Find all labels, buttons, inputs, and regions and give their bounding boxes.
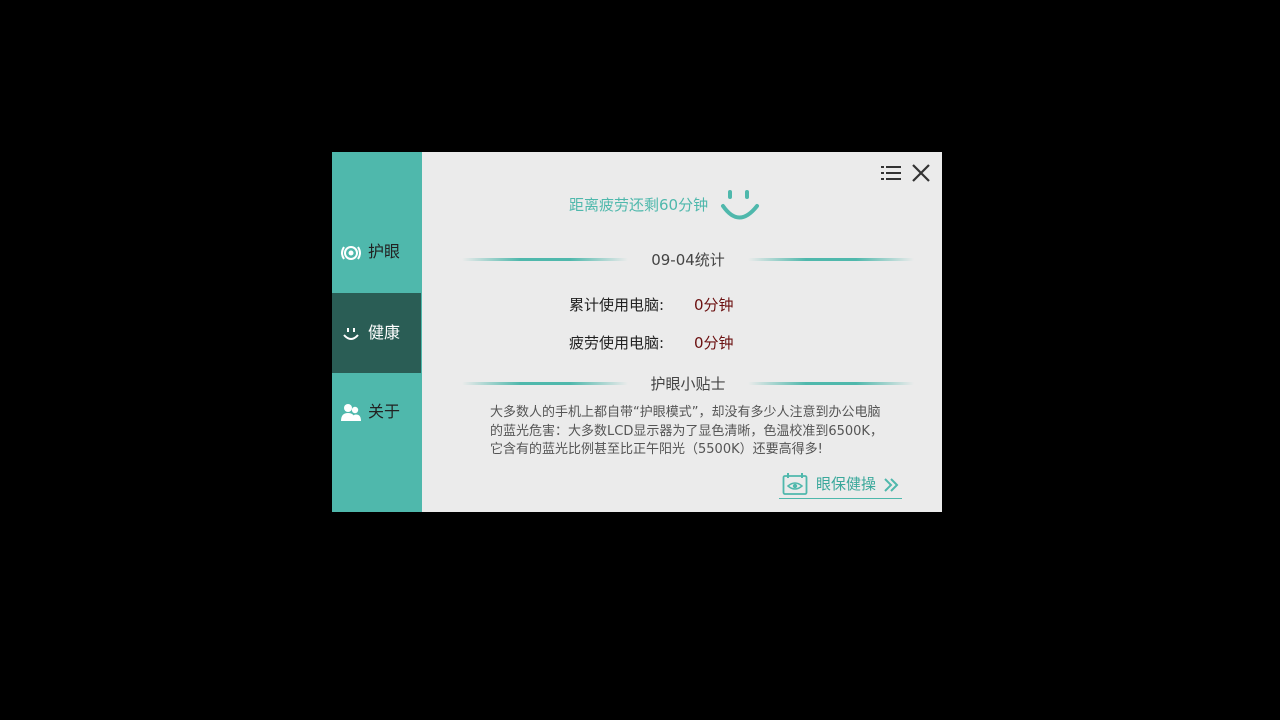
close-icon[interactable]: [910, 162, 932, 184]
eye-exercise-label: 眼保健操: [816, 475, 877, 493]
divider-line: [748, 382, 914, 385]
stats-divider: 09-04统计: [462, 250, 914, 270]
eye-protect-icon: [341, 246, 361, 260]
sidebar-item-about[interactable]: 关于: [332, 372, 421, 452]
sidebar: 护眼 健康 关于: [332, 152, 422, 512]
eye-exercise-icon: [782, 473, 808, 495]
sidebar-item-health[interactable]: 健康: [332, 293, 421, 373]
stat-value: 0分钟: [694, 334, 734, 352]
smile-icon: [343, 328, 359, 340]
divider-line: [748, 258, 914, 261]
sidebar-item-label: 护眼: [368, 242, 401, 261]
eye-exercise-link[interactable]: 眼保健操: [779, 470, 902, 499]
menu-list-icon[interactable]: [880, 162, 902, 184]
stat-value: 0分钟: [694, 296, 734, 314]
smiley-icon: [721, 190, 759, 220]
sidebar-item-label: 健康: [368, 323, 401, 342]
stat-label: 疲劳使用电脑:: [569, 334, 665, 352]
tips-divider: 护眼小贴士: [462, 374, 914, 394]
sidebar-item-label: 关于: [368, 402, 401, 421]
users-icon: [341, 404, 361, 421]
sidebar-item-eye-care[interactable]: 护眼: [332, 212, 421, 292]
fatigue-countdown: 距离疲劳还剩60分钟: [569, 196, 709, 214]
app-window: 护眼 健康 关于 距离疲劳还剩60分钟 09-04统计 累计使用电脑: 0分钟 …: [332, 152, 942, 512]
tips-text: 大多数人的手机上都自带“护眼模式”，却没有多少人注意到办公电脑的蓝光危害：大多数…: [490, 405, 883, 457]
stat-label: 累计使用电脑:: [569, 296, 665, 314]
main-panel: 距离疲劳还剩60分钟 09-04统计 累计使用电脑: 0分钟 疲劳使用电脑: 0…: [422, 152, 942, 512]
double-chevron-right-icon: [884, 478, 899, 492]
